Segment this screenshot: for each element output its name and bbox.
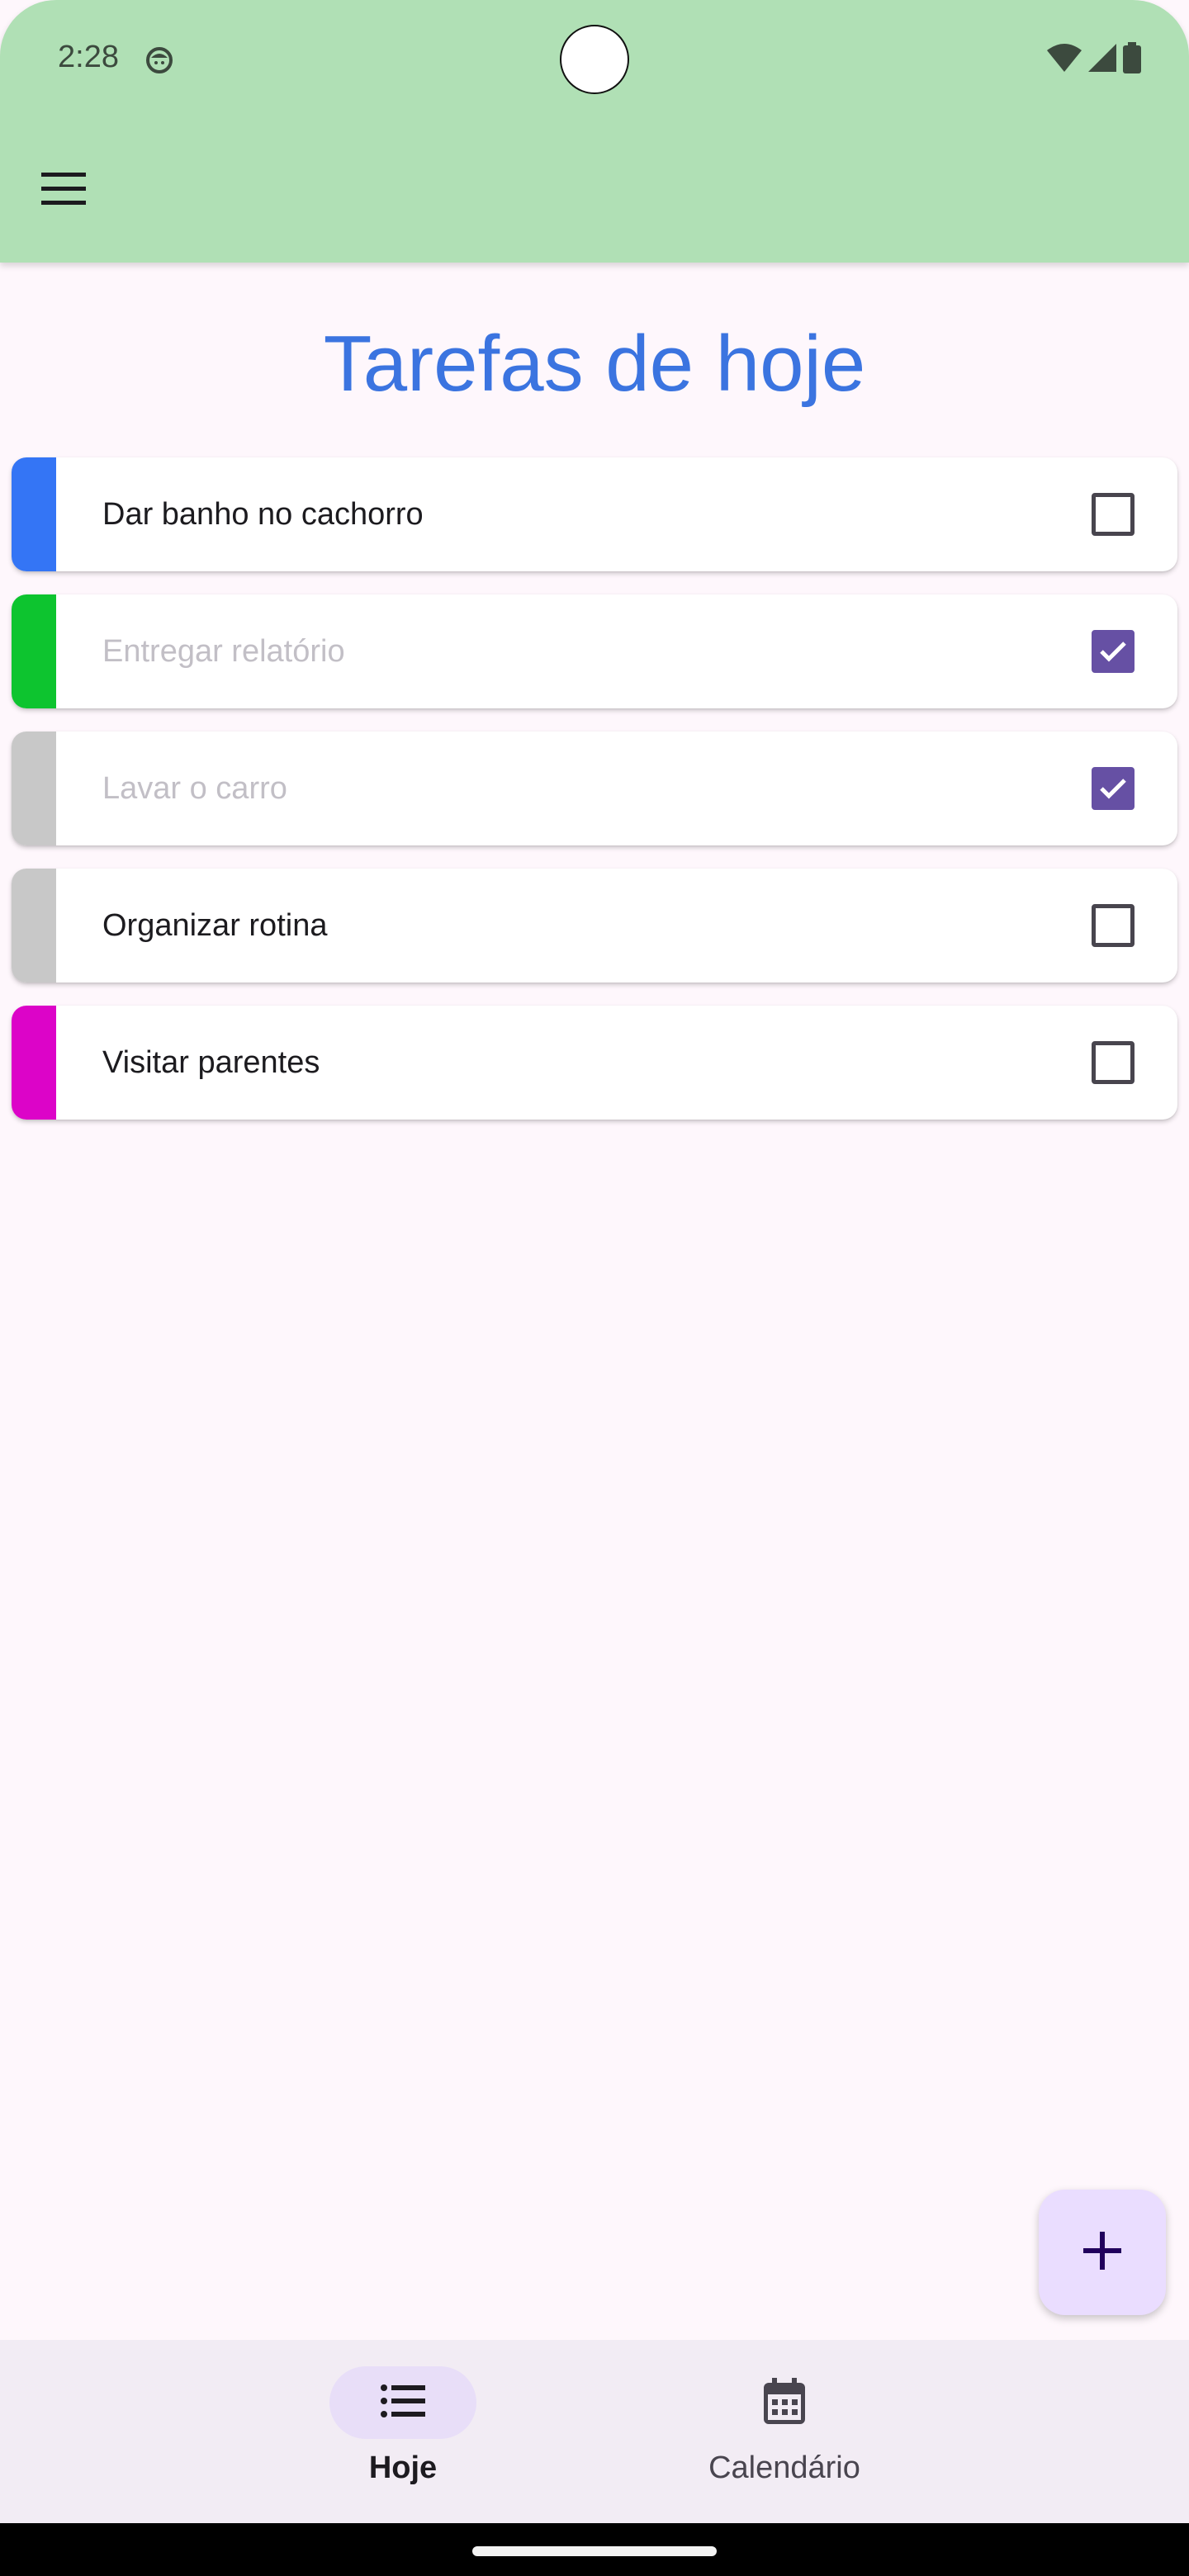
nav-indicator — [329, 2366, 476, 2439]
task-color-bar — [12, 457, 56, 571]
task-checkbox[interactable] — [1092, 493, 1135, 536]
task-item[interactable]: Entregar relatório — [12, 594, 1177, 708]
nav-item-calendario[interactable]: Calendário — [677, 2366, 892, 2486]
face-notification-icon — [145, 46, 173, 74]
bottom-navigation: Hoje Calendário — [0, 2340, 1189, 2523]
hamburger-menu-button[interactable] — [36, 165, 91, 215]
checkmark-icon — [1100, 779, 1126, 799]
task-checkbox[interactable] — [1092, 767, 1135, 810]
checkmark-icon — [1100, 642, 1126, 662]
task-label: Entregar relatório — [102, 633, 345, 669]
plus-icon — [1083, 2231, 1121, 2274]
wifi-icon — [1047, 43, 1082, 76]
task-checkbox[interactable] — [1092, 904, 1135, 947]
status-time: 2:28 — [58, 40, 119, 74]
task-checkbox[interactable] — [1092, 630, 1135, 673]
task-color-bar — [12, 594, 56, 708]
task-label: Dar banho no cachorro — [102, 496, 424, 532]
page-title: Tarefas de hoje — [323, 320, 866, 408]
task-color-bar — [12, 869, 56, 983]
calendar-icon — [764, 2377, 805, 2428]
cellular-signal-icon — [1088, 43, 1116, 76]
task-label: Lavar o carro — [102, 770, 287, 806]
task-color-bar — [12, 732, 56, 845]
system-gesture-bar — [0, 2523, 1189, 2576]
task-item[interactable]: Visitar parentes — [12, 1006, 1177, 1120]
status-icons — [1047, 41, 1141, 78]
task-list: Dar banho no cachorro Entregar relatório… — [12, 457, 1177, 1143]
task-item[interactable]: Lavar o carro — [12, 732, 1177, 845]
nav-label: Hoje — [368, 2451, 438, 2485]
task-label: Visitar parentes — [102, 1044, 320, 1080]
gesture-handle[interactable] — [472, 2546, 717, 2556]
nav-indicator — [711, 2366, 858, 2439]
task-label: Organizar rotina — [102, 907, 328, 943]
app-bar: 2:28 — [0, 0, 1189, 263]
task-color-bar — [12, 1006, 56, 1120]
task-item[interactable]: Dar banho no cachorro — [12, 457, 1177, 571]
task-checkbox[interactable] — [1092, 1041, 1135, 1084]
nav-label: Calendário — [708, 2451, 860, 2485]
battery-icon — [1123, 41, 1141, 78]
task-item[interactable]: Organizar rotina — [12, 869, 1177, 983]
camera-cutout — [560, 25, 629, 94]
nav-item-hoje[interactable]: Hoje — [296, 2366, 510, 2486]
add-task-button[interactable] — [1039, 2190, 1166, 2315]
list-icon — [381, 2384, 425, 2422]
hamburger-menu-icon — [41, 171, 86, 210]
